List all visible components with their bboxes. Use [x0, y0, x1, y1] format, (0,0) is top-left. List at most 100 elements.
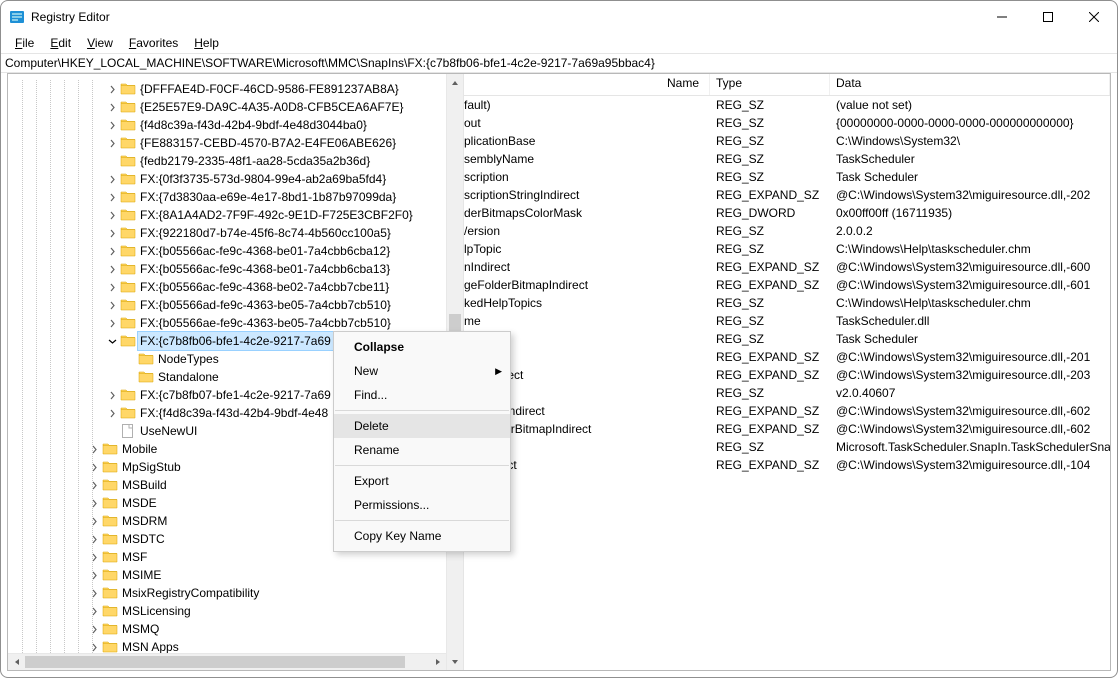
- value-name: plicationBase: [464, 134, 710, 148]
- tree-horizontal-scrollbar[interactable]: [8, 653, 446, 670]
- value-row[interactable]: plicationBaseREG_SZC:\Windows\System32\: [464, 132, 1110, 150]
- value-row[interactable]: /ersionREG_SZ2.0.0.2: [464, 222, 1110, 240]
- tree-item[interactable]: FX:{8A1A4AD2-7F9F-492c-9E1D-F725E3CBF2F0…: [8, 206, 463, 224]
- maximize-button[interactable]: [1025, 1, 1071, 33]
- tree-item[interactable]: MSMQ: [8, 620, 463, 638]
- values-pane[interactable]: Name Type Data fault)REG_SZ(value not se…: [464, 74, 1110, 670]
- value-row[interactable]: lpTopicREG_SZC:\Windows\Help\taskschedul…: [464, 240, 1110, 258]
- folder-icon: [102, 621, 118, 637]
- chevron-right-icon[interactable]: [86, 585, 102, 601]
- tree-item[interactable]: FX:{b05566ac-fe9c-4368-be01-7a4cbb6cba12…: [8, 242, 463, 260]
- col-name[interactable]: Name: [464, 74, 710, 95]
- chevron-right-icon[interactable]: [104, 81, 120, 97]
- value-row[interactable]: fault)REG_SZ(value not set): [464, 96, 1110, 114]
- context-permissions[interactable]: Permissions...: [334, 493, 510, 517]
- menu-view[interactable]: View: [79, 35, 121, 51]
- chevron-right-icon[interactable]: [104, 297, 120, 313]
- chevron-right-icon[interactable]: [104, 261, 120, 277]
- context-collapse[interactable]: Collapse: [334, 335, 510, 359]
- chevron-right-icon[interactable]: [104, 207, 120, 223]
- address-bar[interactable]: Computer\HKEY_LOCAL_MACHINE\SOFTWARE\Mic…: [1, 53, 1117, 73]
- registry-editor-window: Registry Editor File Edit View Favorites…: [0, 0, 1118, 678]
- value-row[interactable]: geFolderBitmapIndirectREG_EXPAND_SZ@C:\W…: [464, 276, 1110, 294]
- chevron-right-icon[interactable]: [104, 279, 120, 295]
- scroll-left-icon[interactable]: [8, 654, 25, 670]
- scroll-down-icon[interactable]: [447, 653, 463, 670]
- value-row[interactable]: nIndirectREG_EXPAND_SZ@C:\Windows\System…: [464, 258, 1110, 276]
- value-row[interactable]: semblyNameREG_SZTaskScheduler: [464, 150, 1110, 168]
- tree-item[interactable]: FX:{b05566ac-fe9c-4368-be01-7a4cbb6cba13…: [8, 260, 463, 278]
- tree-item[interactable]: FX:{922180d7-b74e-45f6-8c74-4b560cc100a5…: [8, 224, 463, 242]
- context-export[interactable]: Export: [334, 469, 510, 493]
- chevron-right-icon[interactable]: [86, 549, 102, 565]
- value-row[interactable]: gIndirectREG_EXPAND_SZ@C:\Windows\System…: [464, 348, 1110, 366]
- chevron-right-icon[interactable]: [86, 459, 102, 475]
- context-copy-key-name[interactable]: Copy Key Name: [334, 524, 510, 548]
- context-new[interactable]: New▶: [334, 359, 510, 383]
- chevron-right-icon[interactable]: [86, 603, 102, 619]
- chevron-right-icon[interactable]: [86, 621, 102, 637]
- tree-item[interactable]: {DFFFAE4D-F0CF-46CD-9586-FE891237AB8A}: [8, 80, 463, 98]
- chevron-right-icon[interactable]: [86, 495, 102, 511]
- chevron-right-icon[interactable]: [86, 567, 102, 583]
- chevron-right-icon[interactable]: [104, 171, 120, 187]
- context-rename[interactable]: Rename: [334, 438, 510, 462]
- chevron-right-icon[interactable]: [104, 117, 120, 133]
- menu-file[interactable]: File: [7, 35, 42, 51]
- chevron-right-icon[interactable]: [104, 99, 120, 115]
- menu-help[interactable]: Help: [186, 35, 227, 51]
- menu-favorites[interactable]: Favorites: [121, 35, 186, 51]
- tree-item[interactable]: {f4d8c39a-f43d-42b4-9bdf-4e48d3044ba0}: [8, 116, 463, 134]
- chevron-right-icon[interactable]: [104, 135, 120, 151]
- tree-item[interactable]: MsixRegistryCompatibility: [8, 584, 463, 602]
- chevron-right-icon[interactable]: [86, 441, 102, 457]
- value-row[interactable]: kedHelpTopicsREG_SZC:\Windows\Help\tasks…: [464, 294, 1110, 312]
- col-type[interactable]: Type: [710, 74, 830, 95]
- value-name: me: [464, 314, 710, 328]
- tree-item[interactable]: FX:{b05566ac-fe9c-4368-be02-7a4cbb7cbe11…: [8, 278, 463, 296]
- value-type: REG_SZ: [710, 152, 830, 166]
- chevron-right-icon[interactable]: [104, 225, 120, 241]
- value-row[interactable]: scriptionStringIndirectREG_EXPAND_SZ@C:\…: [464, 186, 1110, 204]
- chevron-right-icon[interactable]: [104, 405, 120, 421]
- value-row[interactable]: gREG_SZTask Scheduler: [464, 330, 1110, 348]
- tree-item[interactable]: FX:{0f3f3735-573d-9804-99e4-ab2a69ba5fd4…: [8, 170, 463, 188]
- folder-icon: [138, 369, 154, 385]
- value-row[interactable]: rsionREG_SZv2.0.40607: [464, 384, 1110, 402]
- chevron-down-icon[interactable]: [104, 333, 120, 349]
- menu-edit[interactable]: Edit: [42, 35, 79, 51]
- scroll-thumb[interactable]: [25, 656, 405, 668]
- chevron-right-icon[interactable]: [86, 531, 102, 547]
- minimize-button[interactable]: [979, 1, 1025, 33]
- tree-item[interactable]: {fedb2179-2335-48f1-aa28-5cda35a2b36d}: [8, 152, 463, 170]
- value-name: derBitmapsColorMask: [464, 206, 710, 220]
- close-button[interactable]: [1071, 1, 1117, 33]
- chevron-right-icon[interactable]: [104, 243, 120, 259]
- value-row[interactable]: rBitmapIndirectREG_EXPAND_SZ@C:\Windows\…: [464, 402, 1110, 420]
- tree-item[interactable]: FX:{b05566ae-fe9c-4363-be05-7a4cbb7cb510…: [8, 314, 463, 332]
- value-row[interactable]: ringIndirectREG_EXPAND_SZ@C:\Windows\Sys…: [464, 366, 1110, 384]
- chevron-right-icon[interactable]: [86, 477, 102, 493]
- col-data[interactable]: Data: [830, 74, 1110, 95]
- tree-item[interactable]: {FE883157-CEBD-4570-B7A2-E4FE06ABE626}: [8, 134, 463, 152]
- value-row[interactable]: derBitmapsColorMaskREG_DWORD0x00ff00ff (…: [464, 204, 1110, 222]
- tree-item[interactable]: {E25E57E9-DA9C-4A35-A0D8-CFB5CEA6AF7E}: [8, 98, 463, 116]
- context-find[interactable]: Find...: [334, 383, 510, 407]
- value-row[interactable]: tedFolderBitmapIndirectREG_EXPAND_SZ@C:\…: [464, 420, 1110, 438]
- context-delete[interactable]: Delete: [334, 414, 510, 438]
- tree-item[interactable]: MSIME: [8, 566, 463, 584]
- chevron-right-icon[interactable]: [104, 315, 120, 331]
- value-row[interactable]: meREG_SZTaskScheduler.dll: [464, 312, 1110, 330]
- value-row[interactable]: ngIndirectREG_EXPAND_SZ@C:\Windows\Syste…: [464, 456, 1110, 474]
- tree-item[interactable]: FX:{b05566ad-fe9c-4363-be05-7a4cbb7cb510…: [8, 296, 463, 314]
- tree-item[interactable]: MSLicensing: [8, 602, 463, 620]
- tree-item[interactable]: FX:{7d3830aa-e69e-4e17-8bd1-1b87b97099da…: [8, 188, 463, 206]
- value-row[interactable]: scriptionREG_SZTask Scheduler: [464, 168, 1110, 186]
- chevron-right-icon[interactable]: [104, 387, 120, 403]
- chevron-right-icon[interactable]: [86, 513, 102, 529]
- scroll-right-icon[interactable]: [429, 654, 446, 670]
- scroll-up-icon[interactable]: [447, 74, 463, 91]
- value-row[interactable]: REG_SZMicrosoft.TaskScheduler.SnapIn.Tas…: [464, 438, 1110, 456]
- chevron-right-icon[interactable]: [104, 189, 120, 205]
- value-row[interactable]: outREG_SZ{00000000-0000-0000-0000-000000…: [464, 114, 1110, 132]
